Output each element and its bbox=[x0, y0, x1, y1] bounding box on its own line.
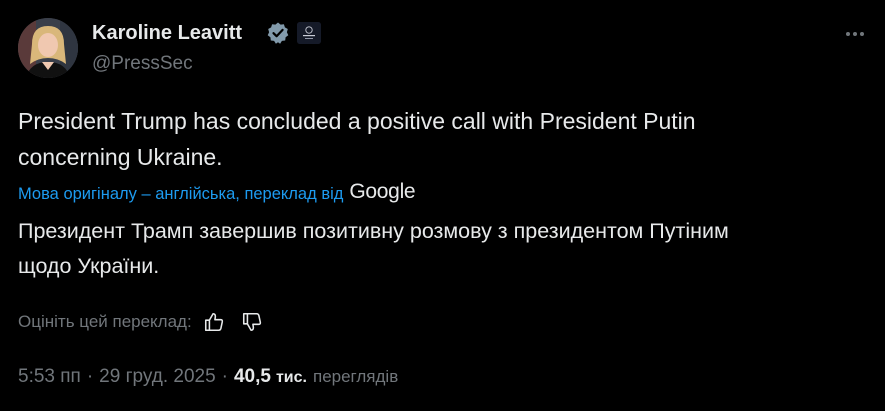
more-horizontal-icon bbox=[846, 32, 864, 36]
portrait-avatar-icon bbox=[18, 18, 78, 78]
rate-up-button[interactable] bbox=[200, 309, 228, 335]
view-count[interactable]: 40,5 bbox=[234, 366, 271, 388]
rate-translation-label: Оцініть цей переклад: bbox=[18, 312, 192, 331]
thumbs-up-icon bbox=[204, 312, 223, 332]
meta-separator: · bbox=[86, 366, 94, 387]
tweet-text: President Trump has concluded a positive… bbox=[18, 103, 868, 175]
verified-badge-icon[interactable] bbox=[266, 21, 290, 45]
more-options-button[interactable] bbox=[838, 22, 872, 46]
translation-attribution: Мова оригіналу – англійська, переклад ві… bbox=[18, 180, 416, 208]
tweet-text-line: President Trump has concluded a positive… bbox=[18, 108, 696, 134]
tweet-meta: 5:53 пп · 29 груд. 2025 · 40,5 тис. пере… bbox=[18, 366, 398, 394]
google-logo: Google bbox=[349, 180, 416, 203]
rate-down-button[interactable] bbox=[238, 309, 266, 335]
translation-note-link[interactable]: Мова оригіналу – англійська, переклад ві… bbox=[18, 185, 343, 204]
rate-translation: Оцініть цей переклад: bbox=[18, 309, 266, 335]
views-label: переглядів bbox=[312, 367, 399, 386]
author-name[interactable]: Karoline Leavitt bbox=[92, 22, 242, 45]
translated-text-line: Президент Трамп завершив позитивну розмо… bbox=[18, 219, 729, 243]
tweet-text-line: concerning Ukraine. bbox=[18, 144, 223, 170]
tweet-date[interactable]: 29 груд. 2025 bbox=[99, 366, 215, 388]
view-count-unit: тис. bbox=[275, 369, 307, 386]
tweet: Karoline Leavitt @PressSec President Tru… bbox=[0, 0, 885, 411]
meta-separator: · bbox=[221, 366, 228, 387]
tweet-time[interactable]: 5:53 пп bbox=[18, 366, 81, 388]
thumbs-down-icon bbox=[242, 312, 261, 332]
author-avatar[interactable] bbox=[18, 18, 78, 78]
translated-text: Президент Трамп завершив позитивну розмо… bbox=[18, 214, 878, 284]
translated-text-line: щодо України. bbox=[18, 254, 160, 278]
white-house-seal-icon[interactable] bbox=[297, 22, 321, 44]
author-handle[interactable]: @PressSec bbox=[92, 53, 193, 75]
